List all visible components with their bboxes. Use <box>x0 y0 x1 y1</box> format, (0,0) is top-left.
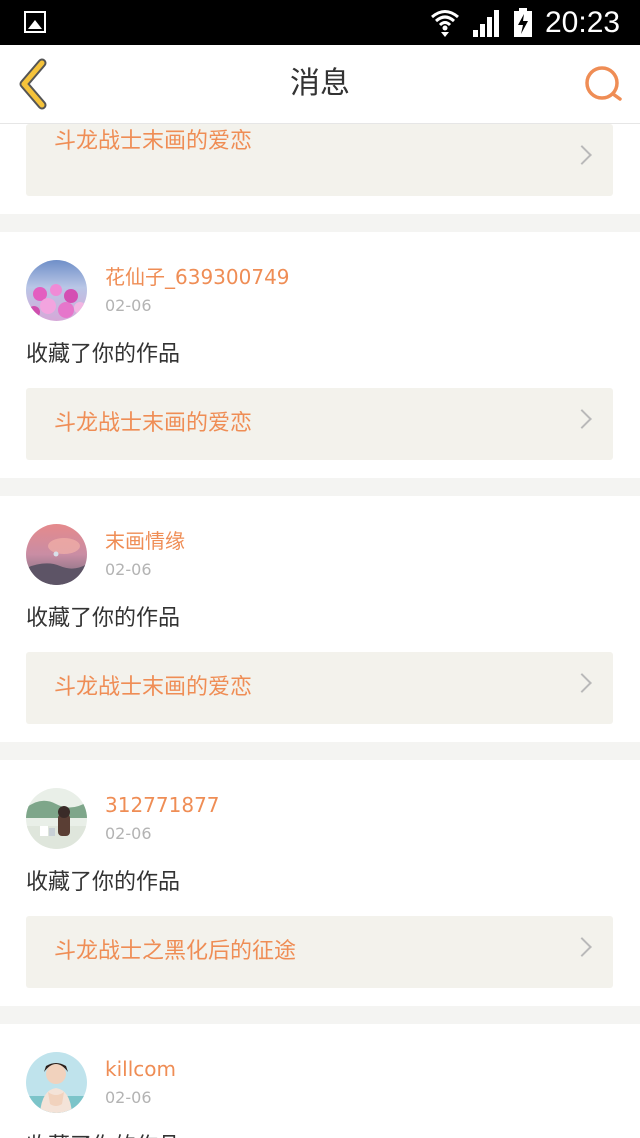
username[interactable]: 312771877 <box>105 790 220 820</box>
page-title: 消息 <box>290 66 350 101</box>
username[interactable]: 花仙子_639300749 <box>105 262 290 292</box>
search-button[interactable] <box>582 61 626 105</box>
message-card: 斗龙战士末画的爱恋 <box>0 124 640 214</box>
action-text: 收藏了你的作品 <box>26 606 181 631</box>
avatar[interactable] <box>26 260 87 321</box>
chevron-right-icon <box>572 937 592 957</box>
work-link[interactable]: 斗龙战士末画的爱恋 <box>26 124 613 196</box>
battery-charging-icon <box>514 8 532 37</box>
work-title: 斗龙战士之黑化后的征途 <box>54 939 297 964</box>
message-date: 02-06 <box>105 560 152 579</box>
search-icon <box>585 66 622 101</box>
username[interactable]: 末画情缘 <box>105 526 185 556</box>
avatar-image <box>26 524 87 585</box>
chevron-right-icon <box>572 409 592 429</box>
wifi-icon <box>431 10 459 37</box>
avatar[interactable] <box>26 1052 87 1113</box>
chevron-right-icon <box>572 673 592 693</box>
work-title: 斗龙战士末画的爱恋 <box>54 129 253 154</box>
work-link[interactable]: 斗龙战士之黑化后的征途 <box>26 916 613 988</box>
status-time: 20:23 <box>545 6 621 39</box>
gallery-notification-icon <box>24 11 46 33</box>
work-title: 斗龙战士末画的爱恋 <box>54 411 253 436</box>
message-date: 02-06 <box>105 1088 152 1107</box>
signal-strength-icon <box>473 10 499 37</box>
chevron-right-icon <box>572 145 592 165</box>
action-text: 收藏了你的作品 <box>26 870 181 895</box>
status-bar: 20:23 <box>0 0 640 45</box>
avatar-image <box>26 260 87 321</box>
avatar[interactable] <box>26 524 87 585</box>
username[interactable]: killcom <box>105 1054 176 1084</box>
message-card: 312771877 02-06 收藏了你的作品 斗龙战士之黑化后的征途 <box>0 760 640 1006</box>
message-card: killcom 02-06 收藏了你的作品 <box>0 1024 640 1138</box>
message-card: 末画情缘 02-06 收藏了你的作品 斗龙战士末画的爱恋 <box>0 496 640 742</box>
action-text: 收藏了你的作品 <box>26 1130 180 1138</box>
message-date: 02-06 <box>105 824 152 843</box>
action-text: 收藏了你的作品 <box>26 342 181 367</box>
work-link[interactable]: 斗龙战士末画的爱恋 <box>26 652 613 724</box>
message-card: 花仙子_639300749 02-06 收藏了你的作品 斗龙战士末画的爱恋 <box>0 232 640 478</box>
top-nav-bar: 消息 <box>0 45 640 124</box>
avatar[interactable] <box>26 788 87 849</box>
avatar-image <box>26 788 87 849</box>
work-link[interactable]: 斗龙战士末画的爱恋 <box>26 388 613 460</box>
avatar-image <box>26 1052 87 1113</box>
work-title: 斗龙战士末画的爱恋 <box>54 675 253 700</box>
message-date: 02-06 <box>105 296 152 315</box>
message-feed[interactable]: 斗龙战士末画的爱恋 花仙子_639300749 02-06 收藏了你的作品 斗龙… <box>0 124 640 1138</box>
